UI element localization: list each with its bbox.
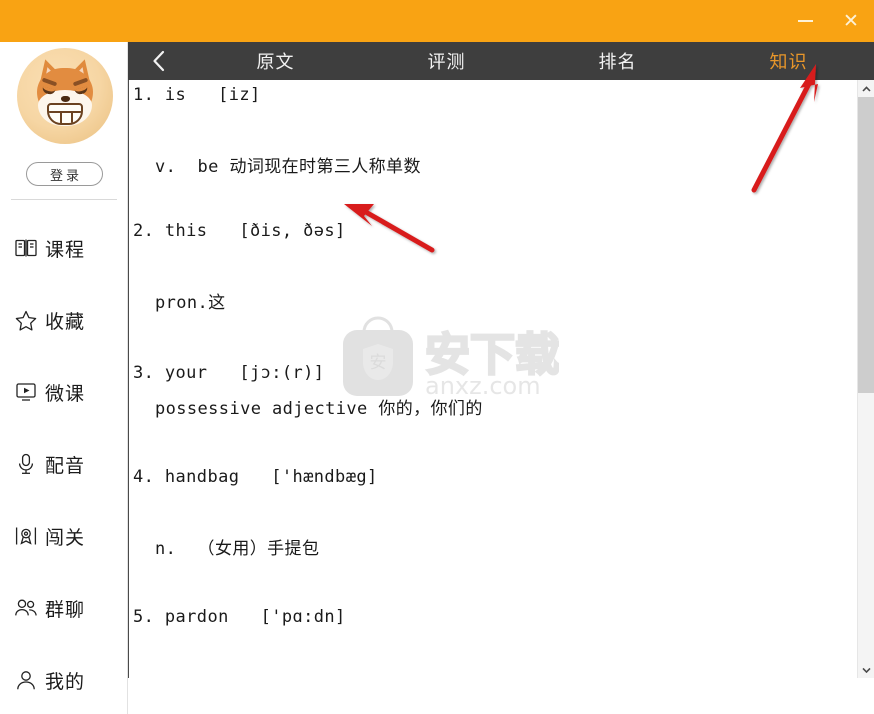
sidebar-nav-list: 课程 收藏 微课 配音 闯关 群聊 我的 <box>0 212 128 714</box>
entry-definition: v. be 动词现在时第三人称单数 <box>155 157 421 177</box>
close-button[interactable]: ✕ <box>828 0 874 42</box>
avatar-tooth-line <box>49 111 81 113</box>
back-button[interactable] <box>128 42 190 80</box>
minimize-button[interactable] <box>782 0 828 42</box>
sidebar-item-microlesson[interactable]: 微课 <box>0 356 128 428</box>
avatar-nose <box>61 96 70 102</box>
person-icon <box>14 668 38 692</box>
entry-definition: n. （女用）手提包 <box>155 539 320 559</box>
sidebar-item-label: 收藏 <box>45 310 86 333</box>
tab-knowledge[interactable]: 知识 <box>703 42 874 80</box>
scrollbar-up-button[interactable] <box>858 80 874 97</box>
video-icon <box>14 380 38 404</box>
avatar-tooth-gap-1 <box>60 111 62 123</box>
vocabulary-entry[interactable]: 4. handbag ['hændbæg] n. （女用）手提包 <box>133 462 847 564</box>
avatar-tooth-gap-2 <box>71 111 73 123</box>
tab-ranking[interactable]: 排名 <box>532 42 703 80</box>
entry-headword: 1. is [iz] <box>133 85 261 105</box>
chevron-up-icon <box>862 85 871 92</box>
vocabulary-entry[interactable]: 1. is [iz] v. be 动词现在时第三人称单数 <box>133 80 847 182</box>
login-button[interactable]: 登录 <box>26 162 103 186</box>
avatar[interactable] <box>17 48 113 144</box>
avatar-image-shiba <box>17 48 113 144</box>
entry-headword: 2. this [ðis, ðəs] <box>133 221 346 241</box>
sidebar-item-label: 群聊 <box>45 598 86 621</box>
sidebar: 登录 课程 收藏 微课 配音 闯关 群聊 我的 <box>0 42 128 714</box>
title-bar: ✕ <box>0 0 874 42</box>
entry-headword: 5. pardon ['pɑ:dn] <box>133 607 346 627</box>
scrollbar-down-button[interactable] <box>858 661 874 678</box>
vocabulary-entry[interactable]: 3. your [jɔ:(r)] possessive adjective 你的… <box>133 358 847 424</box>
avatar-mouth <box>47 103 83 125</box>
scrollbar[interactable] <box>857 80 874 678</box>
sidebar-divider <box>11 199 117 200</box>
entry-definition: possessive adjective 你的，你们的 <box>155 399 483 419</box>
entry-headword: 4. handbag ['hændbæg] <box>133 467 378 487</box>
vocabulary-list: 1. is [iz] v. be 动词现在时第三人称单数 2. this [ði… <box>129 80 847 632</box>
microphone-icon <box>14 452 38 476</box>
close-icon: ✕ <box>843 10 859 32</box>
sidebar-item-label: 微课 <box>45 382 86 405</box>
sidebar-item-label: 闯关 <box>45 526 86 549</box>
minimize-icon <box>797 20 813 22</box>
entry-definition: pron.这 <box>155 293 226 313</box>
tab-bar: 原文 评测 排名 知识 <box>128 42 874 80</box>
sidebar-item-groupchat[interactable]: 群聊 <box>0 572 128 644</box>
medal-icon <box>14 524 38 548</box>
sidebar-item-favorites[interactable]: 收藏 <box>0 284 128 356</box>
sidebar-item-dubbing[interactable]: 配音 <box>0 428 128 500</box>
sidebar-item-mine[interactable]: 我的 <box>0 644 128 714</box>
star-icon <box>14 308 38 332</box>
book-icon <box>14 236 38 260</box>
sidebar-item-label: 配音 <box>45 454 86 477</box>
vocabulary-entry[interactable]: 2. this [ðis, ðəs] pron.这 <box>133 216 847 318</box>
sidebar-item-label: 我的 <box>45 670 86 693</box>
vocabulary-entry[interactable]: 5. pardon ['pɑ:dn] <box>133 602 847 632</box>
chevron-down-icon <box>862 667 871 673</box>
tab-assessment[interactable]: 评测 <box>361 42 532 80</box>
scrollbar-thumb[interactable] <box>858 97 874 393</box>
chevron-left-icon <box>151 49 167 73</box>
sidebar-item-challenge[interactable]: 闯关 <box>0 500 128 572</box>
group-icon <box>14 596 38 620</box>
entry-headword: 3. your [jɔ:(r)] <box>133 363 325 383</box>
application-window: ✕ 登录 课程 收藏 微课 配音 闯关 群聊 我的 原文 评测 排名 知识 1.… <box>0 0 874 714</box>
sidebar-item-courses[interactable]: 课程 <box>0 212 128 284</box>
tab-original-text[interactable]: 原文 <box>190 42 361 80</box>
content-panel: 1. is [iz] v. be 动词现在时第三人称单数 2. this [ði… <box>128 80 874 678</box>
sidebar-item-label: 课程 <box>45 238 86 261</box>
